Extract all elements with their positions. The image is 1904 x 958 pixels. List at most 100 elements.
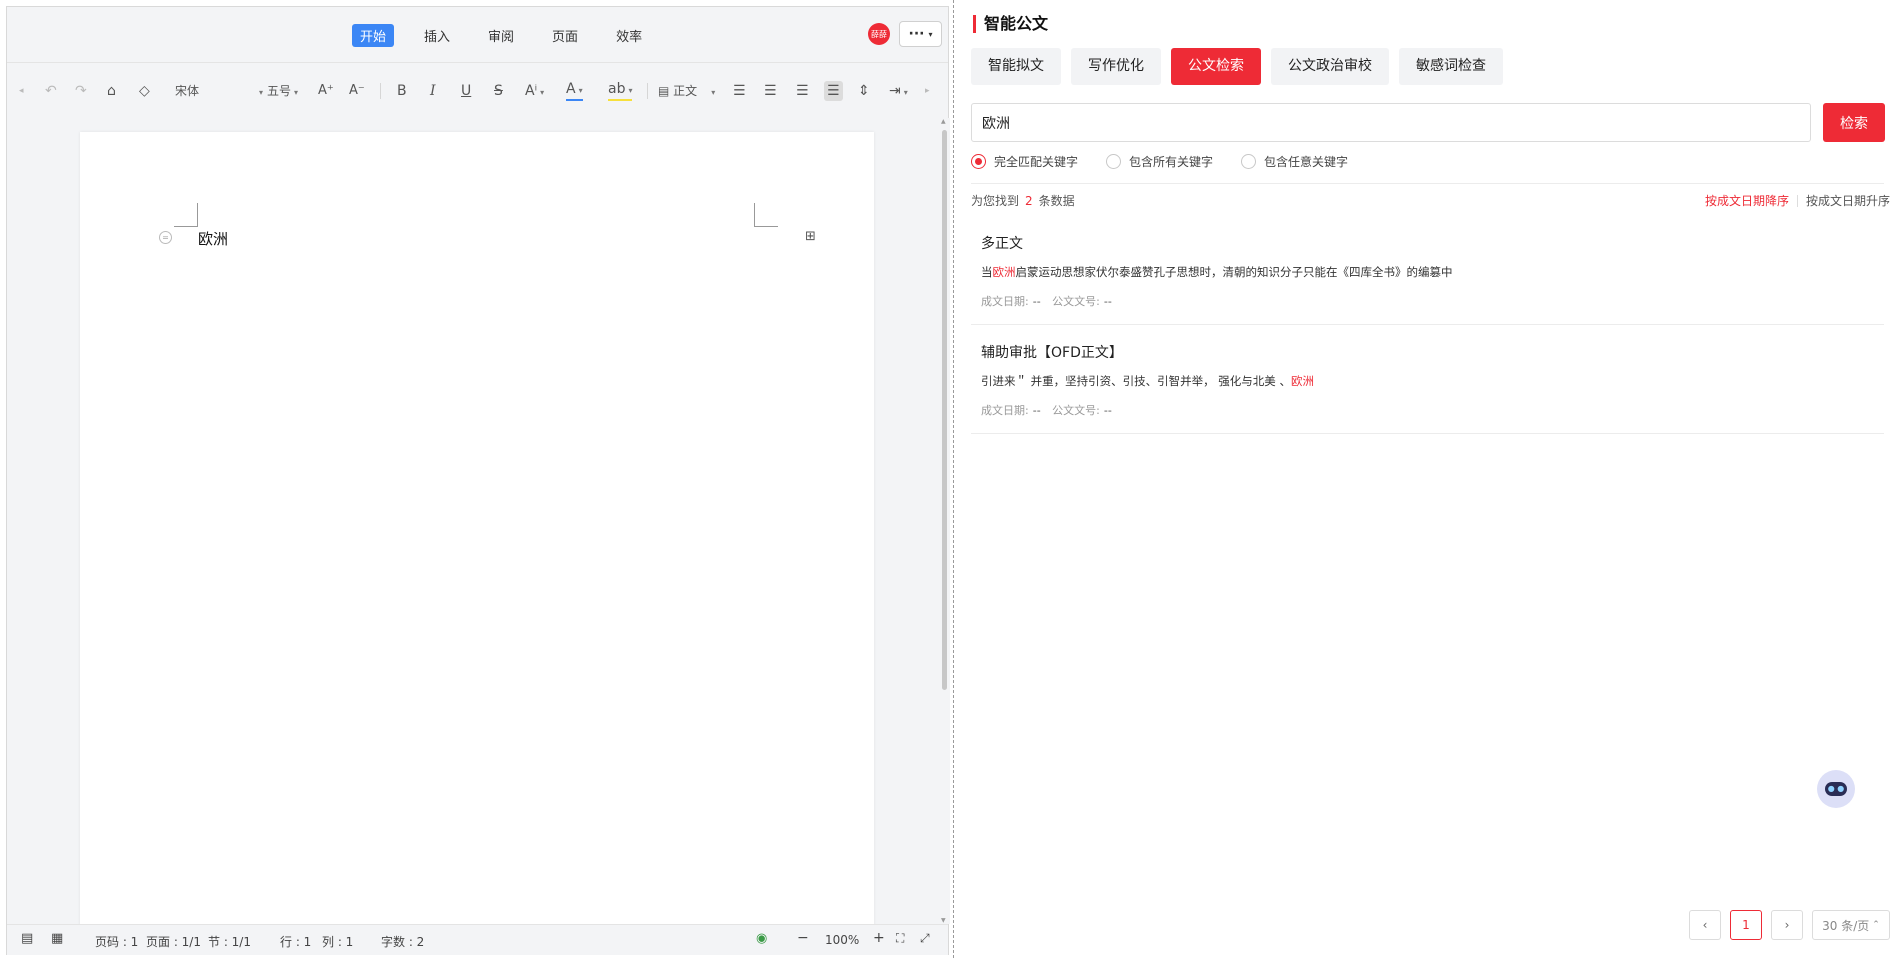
tab-writing-optimization[interactable]: 写作优化 <box>1071 48 1161 85</box>
tab-political-review[interactable]: 公文政治审校 <box>1271 48 1389 85</box>
fullscreen-icon[interactable]: ⤢ <box>920 931 930 946</box>
menu-tab-efficiency[interactable]: 效率 <box>608 24 650 47</box>
result-item[interactable]: 多正文 当欧洲启蒙运动思想家伏尔泰盛赞孔子思想时，清朝的知识分子只能在《四库全书… <box>981 233 1884 309</box>
match-mode-all[interactable]: 包含所有关键字 <box>1106 153 1213 170</box>
menu-tab-insert[interactable]: 插入 <box>416 24 458 47</box>
radio-checked-icon <box>971 154 986 169</box>
zoom-in-button[interactable]: + <box>873 930 885 946</box>
tab-sensitive-word-check[interactable]: 敏感词检查 <box>1399 48 1503 85</box>
more-label: ··· <box>908 26 925 42</box>
add-comment-icon[interactable]: ⊞ <box>805 229 816 244</box>
toolbar-scroll-right-icon[interactable]: ▸ <box>925 81 930 101</box>
font-color-button[interactable]: A ▾ <box>566 81 583 101</box>
date-label: 成文日期: <box>981 295 1029 308</box>
result-snippet: 引进来＂ 并重，坚持引资、引技、引智并举， 强化与北美 、欧洲 <box>981 373 1884 389</box>
snippet-highlight: 欧洲 <box>1290 374 1314 388</box>
font-size-select[interactable]: 五号 ▾ <box>267 81 298 101</box>
radio-unchecked-icon <box>1106 154 1122 169</box>
user-avatar[interactable]: 薛薛 <box>868 23 890 45</box>
document-body-text[interactable]: 欧洲 <box>198 228 228 249</box>
align-center-icon[interactable]: ☰ <box>764 81 777 101</box>
format-painter-icon[interactable]: ⌂ <box>107 81 116 101</box>
menu-tab-start[interactable]: 开始 <box>352 24 395 47</box>
bold-button[interactable]: B <box>397 81 407 101</box>
align-right-icon[interactable]: ☰ <box>796 81 809 101</box>
page-number-button[interactable]: 1 <box>1730 910 1762 940</box>
align-left-icon[interactable]: ☰ <box>733 81 746 101</box>
font-name-select[interactable]: 宋体 ▾ <box>175 81 263 101</box>
doc-number-label: 公文文号: <box>1052 295 1100 308</box>
tab-smart-drafting[interactable]: 智能拟文 <box>971 48 1061 85</box>
highlight-button[interactable]: ab ▾ <box>608 81 633 101</box>
result-divider <box>971 324 1884 325</box>
style-label: 正文 <box>673 84 698 98</box>
result-count: 为您找到 2 条数据 <box>971 192 1075 209</box>
italic-button[interactable]: I <box>430 81 436 101</box>
ai-assistant-button[interactable]: ● ● <box>1817 770 1855 808</box>
prev-page-button[interactable]: ‹ <box>1689 910 1721 940</box>
result-count-prefix: 为您找到 <box>971 194 1020 208</box>
split-divider[interactable] <box>953 0 954 958</box>
highlight-label: ab <box>608 81 626 97</box>
paragraph-handle-icon[interactable]: = <box>159 231 172 244</box>
match-mode-any[interactable]: 包含任意关键字 <box>1241 153 1348 170</box>
strikethrough-button[interactable]: S <box>494 81 503 101</box>
doc-number-value: -- <box>1103 295 1112 308</box>
font-color-label: A <box>566 81 576 97</box>
indent-icon[interactable]: ⇥ ▾ <box>889 81 908 101</box>
result-title[interactable]: 多正文 <box>981 233 1884 253</box>
scroll-down-icon[interactable]: ▼ <box>941 917 946 924</box>
undo-icon[interactable]: ↶ <box>45 81 57 101</box>
scrollbar-thumb[interactable] <box>942 130 947 690</box>
outline-icon[interactable]: ▤ <box>21 931 33 946</box>
result-item[interactable]: 辅助审批【OFD正文】 引进来＂ 并重，坚持引资、引技、引智并举， 强化与北美 … <box>981 342 1884 418</box>
toolbar-scroll-left-icon[interactable]: ◂ <box>19 81 24 101</box>
chevron-down-icon: ▾ <box>928 29 933 39</box>
match-mode-all-label: 包含所有关键字 <box>1129 155 1214 169</box>
formatting-toolbar: ◂ ↶ ↷ ⌂ ◇ 宋体 ▾ 五号 ▾ A⁺ A⁻ B I U S Aⁱ ▾ A ▾ a… <box>7 64 948 118</box>
status-row: 行 : 1 <box>280 935 312 949</box>
line-spacing-icon[interactable]: ⇕ <box>858 81 870 101</box>
result-title[interactable]: 辅助审批【OFD正文】 <box>981 342 1884 362</box>
status-page-number: 页码 : 1 <box>95 935 139 949</box>
scroll-up-icon[interactable]: ▲ <box>941 118 946 125</box>
more-menu-button[interactable]: ··· ▾ <box>899 21 942 47</box>
next-page-button[interactable]: › <box>1771 910 1803 940</box>
page-size-select[interactable]: 30 条/页 ⌃ <box>1812 910 1890 940</box>
document-page[interactable]: = 欧洲 ⊞ <box>80 132 874 924</box>
sort-date-asc[interactable]: 按成文日期升序 <box>1806 192 1890 209</box>
zoom-out-button[interactable]: − <box>797 930 809 946</box>
search-button[interactable]: 检索 <box>1823 103 1885 142</box>
chevron-up-icon: ⌃ <box>1872 920 1880 930</box>
clear-format-icon[interactable]: ◇ <box>139 81 150 101</box>
snippet-highlight: 欧洲 <box>992 265 1016 279</box>
result-snippet: 当欧洲启蒙运动思想家伏尔泰盛赞孔子思想时，清朝的知识分子只能在《四库全书》的编篡… <box>981 264 1884 280</box>
fit-page-icon[interactable]: ⛶ <box>896 931 904 946</box>
match-mode-exact[interactable]: 完全匹配关键字 <box>971 153 1078 170</box>
sort-divider <box>1796 194 1798 207</box>
editor-menubar: 开始 插入 审阅 页面 效率 薛薛 ··· ▾ <box>7 7 948 63</box>
underline-button[interactable]: U <box>461 81 471 101</box>
search-input[interactable] <box>971 103 1811 142</box>
result-meta: 成文日期: -- 公文文号: -- <box>981 293 1884 309</box>
superscript-button[interactable]: Aⁱ ▾ <box>525 81 544 101</box>
page-view-icon[interactable]: ▦ <box>51 931 63 946</box>
zoom-level[interactable]: 100% <box>825 933 859 947</box>
justify-icon[interactable]: ☰ <box>824 81 843 101</box>
decrease-font-button[interactable]: A⁻ <box>349 81 365 101</box>
menu-tab-page[interactable]: 页面 <box>544 24 586 47</box>
document-editor: 开始 插入 审阅 页面 效率 薛薛 ··· ▾ ◂ ↶ ↷ ⌂ ◇ 宋体 ▾ 五号… <box>6 6 950 955</box>
sync-status-icon[interactable]: ◉ <box>756 931 767 946</box>
result-divider <box>971 433 1884 434</box>
date-value: -- <box>1032 295 1041 308</box>
tab-document-search[interactable]: 公文检索 <box>1171 48 1261 85</box>
status-column: 列 : 1 <box>322 935 354 949</box>
editor-vertical-scrollbar[interactable]: ▲ ▼ <box>939 118 950 924</box>
style-icon: ▤ <box>658 84 670 98</box>
menu-tab-review[interactable]: 审阅 <box>480 24 522 47</box>
increase-font-button[interactable]: A⁺ <box>318 81 334 101</box>
sort-date-desc[interactable]: 按成文日期降序 <box>1705 192 1789 209</box>
paragraph-style-select[interactable]: ▤ 正文 ▾ <box>658 81 715 101</box>
redo-icon[interactable]: ↷ <box>75 81 87 101</box>
pagination: ‹ 1 › 30 条/页 ⌃ <box>1689 910 1890 940</box>
